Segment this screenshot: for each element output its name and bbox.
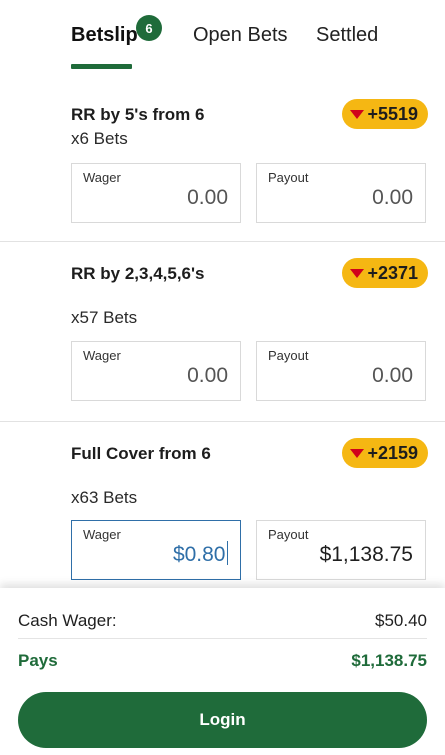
summary-divider bbox=[18, 638, 427, 639]
wager-value: $0.80 bbox=[173, 541, 228, 567]
odds-down-icon bbox=[350, 109, 365, 119]
pays-value: $1,138.75 bbox=[351, 651, 427, 670]
betslip-summary: Cash Wager: $50.40 Pays $1,138.75 Login bbox=[0, 588, 445, 755]
login-button[interactable]: Login bbox=[18, 692, 427, 748]
odds-badge: +2371 bbox=[342, 258, 428, 288]
cash-wager-label: Cash Wager: bbox=[18, 611, 117, 630]
bet-count: x6 Bets bbox=[71, 129, 128, 148]
tab-open-bets[interactable]: Open Bets bbox=[193, 24, 288, 47]
bet-title: Full Cover from 6 bbox=[71, 444, 211, 463]
wager-value-text: $0.80 bbox=[172, 543, 226, 566]
bet-count: x63 Bets bbox=[71, 488, 138, 507]
betslip-tabs: Betslip 6 Open Bets Settled bbox=[0, 0, 445, 82]
bet-card: RR by 5's from 6 +5519 x6 Bets Wager 0.0… bbox=[0, 82, 445, 242]
odds-badge: +2159 bbox=[342, 438, 428, 468]
cash-wager-value: $50.40 bbox=[375, 611, 427, 630]
tab-betslip-label: Betslip bbox=[71, 24, 138, 46]
payout-label: Payout bbox=[268, 170, 309, 185]
wager-label: Wager bbox=[83, 527, 121, 542]
betslip-count-badge: 6 bbox=[136, 15, 162, 41]
tab-settled-label: Settled bbox=[316, 24, 379, 46]
odds-down-icon bbox=[350, 268, 365, 278]
tab-settled[interactable]: Settled bbox=[316, 24, 378, 47]
active-tab-indicator bbox=[71, 64, 132, 69]
payout-value: 0.00 bbox=[372, 364, 413, 387]
odds-down-icon bbox=[350, 448, 365, 458]
wager-label: Wager bbox=[83, 348, 121, 363]
tab-open-bets-label: Open Bets bbox=[193, 24, 288, 46]
payout-field: Payout $1,138.75 bbox=[256, 520, 426, 580]
odds-value: +2371 bbox=[367, 262, 418, 283]
tab-betslip[interactable]: Betslip bbox=[71, 24, 138, 47]
bet-count: x57 Bets bbox=[71, 308, 138, 327]
odds-value: +5519 bbox=[367, 103, 418, 124]
wager-input[interactable]: Wager 0.00 bbox=[71, 341, 241, 401]
wager-label: Wager bbox=[83, 170, 121, 185]
payout-label: Payout bbox=[268, 527, 309, 542]
text-cursor bbox=[226, 541, 228, 565]
wager-input[interactable]: Wager 0.00 bbox=[71, 163, 241, 223]
payout-label: Payout bbox=[268, 348, 309, 363]
bet-card: RR by 2,3,4,5,6's +2371 x57 Bets Wager 0… bbox=[0, 242, 445, 422]
payout-field: Payout 0.00 bbox=[256, 341, 426, 401]
bets-list[interactable]: RR by 5's from 6 +5519 x6 Bets Wager 0.0… bbox=[0, 82, 445, 588]
bet-card: Full Cover from 6 +2159 x63 Bets Wager $… bbox=[0, 422, 445, 588]
payout-field: Payout 0.00 bbox=[256, 163, 426, 223]
wager-value: 0.00 bbox=[187, 364, 228, 387]
odds-value: +2159 bbox=[367, 442, 418, 463]
bet-title: RR by 5's from 6 bbox=[71, 105, 205, 124]
wager-value: 0.00 bbox=[187, 186, 228, 209]
odds-badge: +5519 bbox=[342, 99, 428, 129]
bet-title: RR by 2,3,4,5,6's bbox=[71, 264, 205, 283]
pays-label: Pays bbox=[18, 651, 58, 670]
payout-value: $1,138.75 bbox=[319, 543, 413, 566]
wager-input[interactable]: Wager $0.80 bbox=[71, 520, 241, 580]
payout-value: 0.00 bbox=[372, 186, 413, 209]
